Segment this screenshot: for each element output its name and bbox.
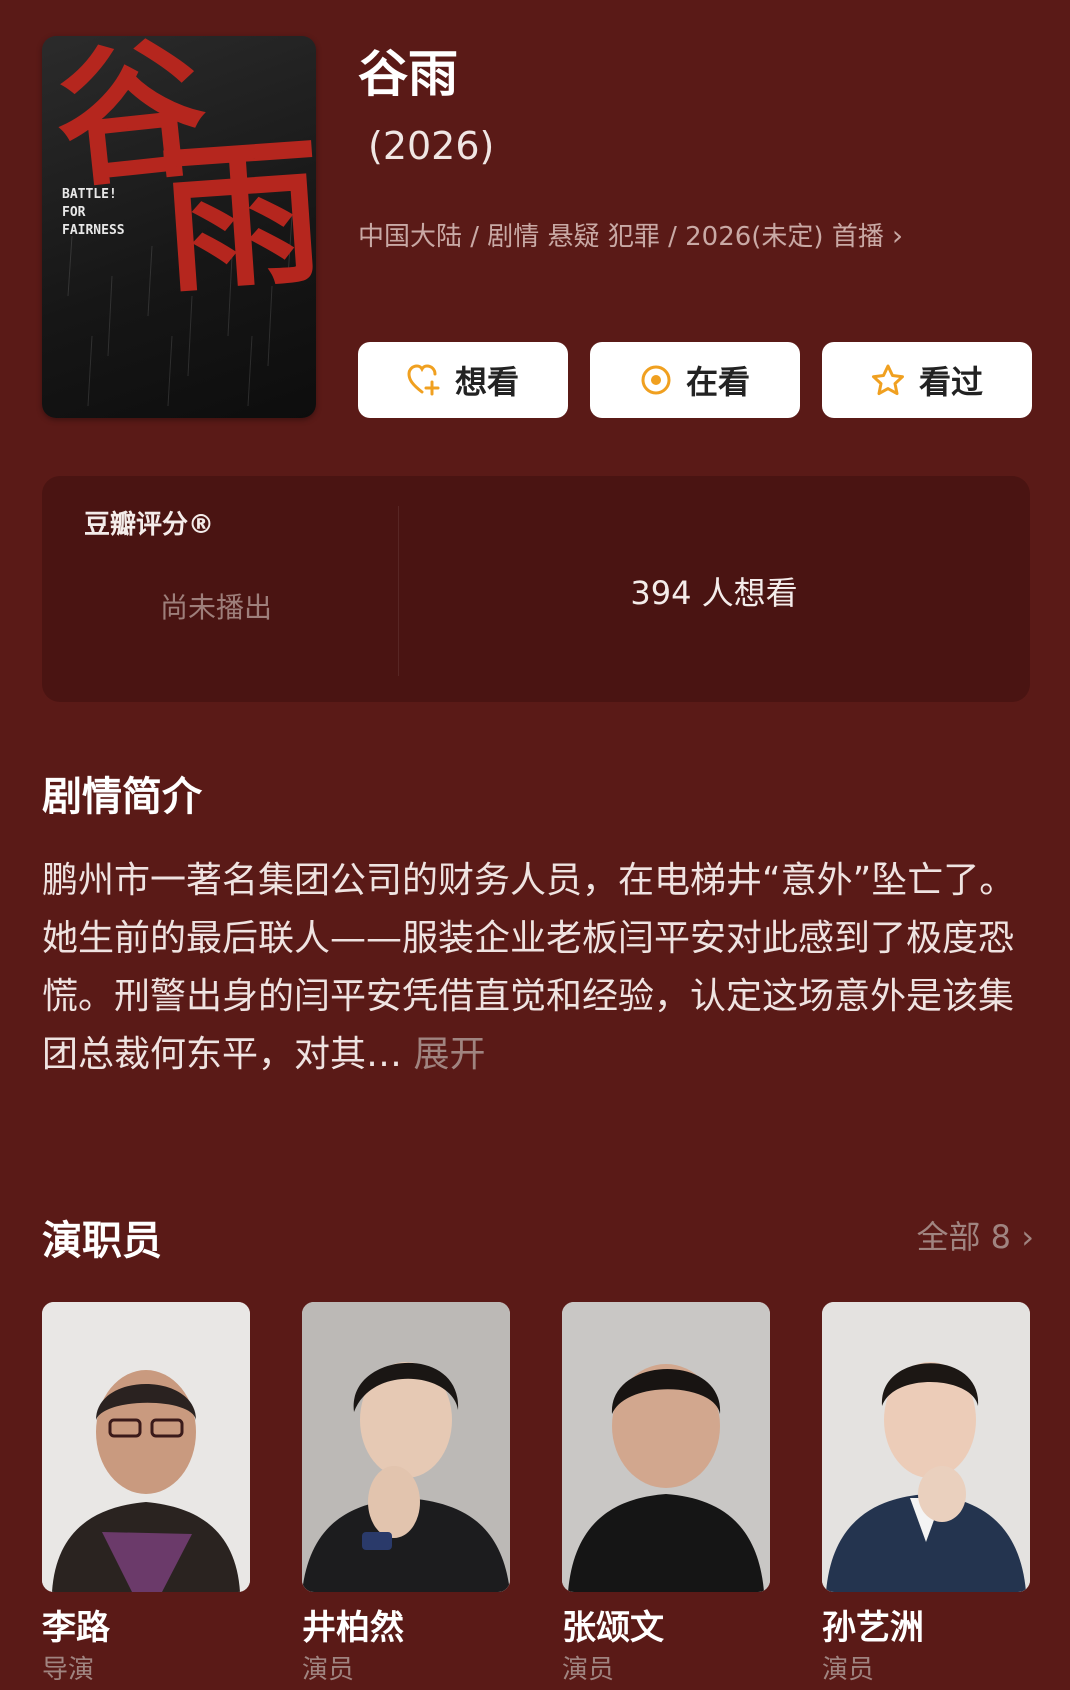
cast-name: 张颂文	[562, 1608, 664, 1648]
cast-role: 演员	[822, 1655, 875, 1685]
wish-count: 394 人想看	[630, 574, 798, 612]
chevron-right-icon: ›	[1021, 1218, 1034, 1256]
cast-card[interactable]: 孙艺洲 演员	[822, 1302, 1030, 1690]
star-icon	[871, 364, 905, 396]
heart-plus-icon	[407, 364, 441, 396]
cast-photo	[822, 1302, 1030, 1592]
douban-rating-label: 豆瓣评分®	[84, 510, 215, 540]
cast-photo	[302, 1302, 510, 1592]
watched-button[interactable]: 看过	[822, 342, 1032, 418]
movie-title: 谷雨	[358, 45, 458, 103]
poster-image[interactable]: 谷 雨 BATTLE! FOR FAIRNESS	[42, 36, 316, 418]
movie-meta-link[interactable]: 中国大陆 / 剧情 悬疑 犯罪 / 2026(未定) 首播 ›	[358, 212, 903, 261]
watching-button[interactable]: 在看	[590, 342, 800, 418]
watched-label: 看过	[918, 363, 983, 401]
cast-all-label: 全部 8	[916, 1218, 1012, 1256]
rating-status: 尚未播出	[160, 591, 273, 624]
target-icon	[640, 364, 672, 396]
cast-name: 井柏然	[302, 1608, 404, 1648]
synopsis-text: 鹏州市一著名集团公司的财务人员，在电梯井“意外”坠亡了。她生前的最后联人——服装…	[42, 860, 1016, 1075]
chevron-right-icon: ›	[891, 219, 904, 252]
person-silhouette-icon	[302, 1302, 510, 1592]
rating-panel: 豆瓣评分® 尚未播出 394 人想看	[42, 476, 1030, 702]
movie-meta-text: 中国大陆 / 剧情 悬疑 犯罪 / 2026(未定) 首播	[358, 222, 884, 252]
cast-heading: 演职员	[42, 1218, 162, 1264]
movie-year: (2026)	[368, 124, 495, 168]
person-silhouette-icon	[562, 1302, 770, 1592]
poster-english-text: BATTLE! FOR FAIRNESS	[62, 187, 125, 238]
cast-card[interactable]: 张颂文 演员	[562, 1302, 770, 1690]
cast-card[interactable]: 井柏然 演员	[302, 1302, 510, 1690]
cast-role: 导演	[42, 1655, 95, 1685]
cast-photo	[562, 1302, 770, 1592]
want-to-watch-button[interactable]: 想看	[358, 342, 568, 418]
synopsis-heading: 剧情简介	[42, 774, 202, 820]
cast-role: 演员	[562, 1655, 615, 1685]
cast-photo	[42, 1302, 250, 1592]
cast-card[interactable]: 李路 导演	[42, 1302, 250, 1690]
cast-name: 李路	[42, 1608, 110, 1648]
synopsis-text-block: 鹏州市一著名集团公司的财务人员，在电梯井“意外”坠亡了。她生前的最后联人——服装…	[42, 852, 1032, 1084]
cast-name: 孙艺洲	[822, 1608, 924, 1648]
cast-all-link[interactable]: 全部 8 ›	[916, 1212, 1034, 1258]
want-to-watch-label: 想看	[454, 363, 519, 401]
expand-link[interactable]: 展开	[413, 1034, 485, 1075]
watching-label: 在看	[685, 363, 750, 401]
cast-role: 演员	[302, 1655, 355, 1685]
person-silhouette-icon	[42, 1302, 250, 1592]
person-silhouette-icon	[822, 1302, 1030, 1592]
